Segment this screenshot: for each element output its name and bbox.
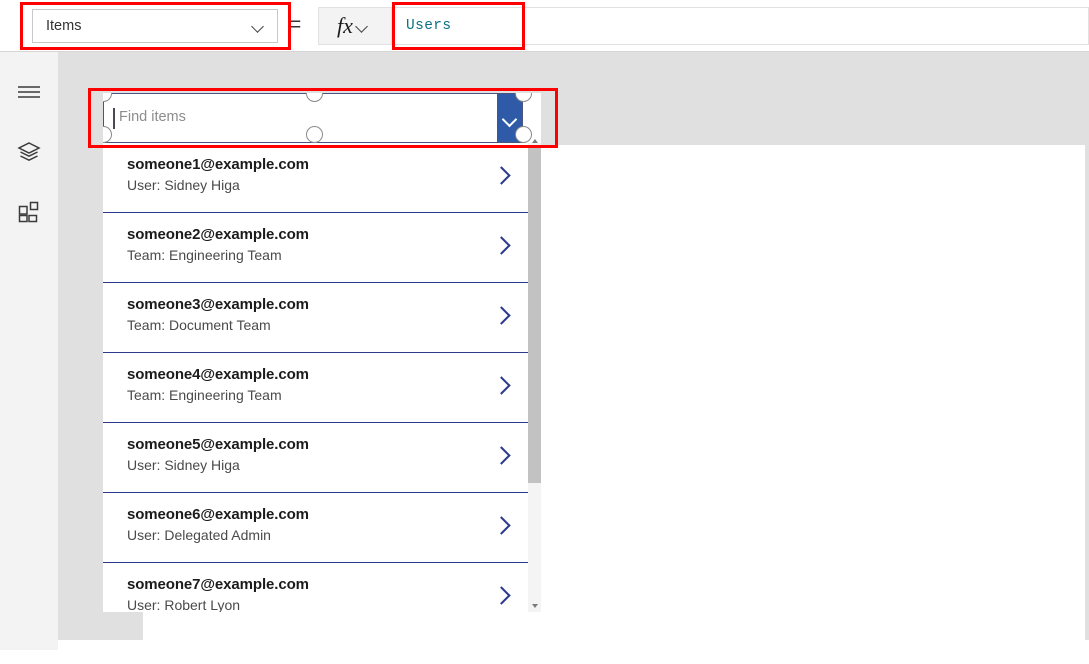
sidebar-item-menu[interactable] <box>0 70 58 114</box>
list-item-subtitle: Team: Engineering Team <box>127 387 282 403</box>
list-item[interactable]: someone4@example.com Team: Engineering T… <box>103 353 528 423</box>
gallery-scrollbar-thumb[interactable] <box>528 145 541 483</box>
chevron-right-icon[interactable] <box>493 446 511 464</box>
list-item[interactable]: someone7@example.com User: Robert Lyon <box>103 563 528 612</box>
formula-input[interactable]: Users <box>392 7 1089 45</box>
equals-sign: = <box>289 13 302 36</box>
list-item[interactable]: someone2@example.com Team: Engineering T… <box>103 213 528 283</box>
chevron-right-icon[interactable] <box>493 586 511 604</box>
scroll-up-button[interactable] <box>528 135 541 147</box>
gallery-rows: someone1@example.com User: Sidney Higa s… <box>103 143 541 612</box>
chevron-right-icon[interactable] <box>493 516 511 534</box>
list-item-title: someone4@example.com <box>127 366 309 383</box>
list-item-subtitle: Team: Document Team <box>127 317 271 333</box>
chevron-down-icon <box>252 20 265 33</box>
list-item-title: someone2@example.com <box>127 226 309 243</box>
triangle-up-icon <box>532 139 538 143</box>
components-grid-icon <box>18 201 40 223</box>
fx-icon: fx <box>337 13 353 38</box>
text-cursor <box>113 108 115 129</box>
chevron-right-icon[interactable] <box>493 376 511 394</box>
chevron-right-icon[interactable] <box>493 236 511 254</box>
list-item[interactable]: someone6@example.com User: Delegated Adm… <box>103 493 528 563</box>
chevron-down-icon <box>356 20 369 33</box>
chevron-right-icon[interactable] <box>493 166 511 184</box>
formula-toolbar: Items = fx Users <box>0 0 1089 52</box>
triangle-down-icon <box>532 604 538 608</box>
fx-button[interactable]: fx <box>318 7 392 45</box>
list-item-subtitle: User: Delegated Admin <box>127 527 271 543</box>
list-item[interactable]: someone5@example.com User: Sidney Higa <box>103 423 528 493</box>
list-item-subtitle: User: Sidney Higa <box>127 177 240 193</box>
list-item-title: someone3@example.com <box>127 296 309 313</box>
list-item-title: someone6@example.com <box>127 506 309 523</box>
list-item-subtitle: User: Sidney Higa <box>127 457 240 473</box>
list-item[interactable]: someone1@example.com User: Sidney Higa <box>103 143 528 213</box>
list-item-title: someone7@example.com <box>127 576 309 593</box>
list-item-title: someone1@example.com <box>127 156 309 173</box>
scroll-down-button[interactable] <box>528 600 541 612</box>
search-input-placeholder[interactable]: Find items <box>119 109 186 125</box>
resize-handle-bottom-center[interactable] <box>306 126 323 143</box>
list-item[interactable]: someone3@example.com Team: Document Team <box>103 283 528 353</box>
property-dropdown-label: Items <box>46 18 82 34</box>
list-item-title: someone5@example.com <box>127 436 309 453</box>
sidebar-item-insert[interactable] <box>0 190 58 234</box>
property-dropdown[interactable]: Items <box>32 9 278 43</box>
sidebar-item-tree-view[interactable] <box>0 130 58 174</box>
list-item-subtitle: Team: Engineering Team <box>127 247 282 263</box>
chevron-down-icon <box>502 112 517 127</box>
hamburger-menu-icon <box>17 84 41 100</box>
layers-icon <box>17 141 41 163</box>
list-item-subtitle: User: Robert Lyon <box>127 597 241 612</box>
chevron-right-icon[interactable] <box>493 306 511 324</box>
left-rail <box>0 52 58 650</box>
gallery-control: Find items someone1@example.com User: Si… <box>103 93 541 612</box>
